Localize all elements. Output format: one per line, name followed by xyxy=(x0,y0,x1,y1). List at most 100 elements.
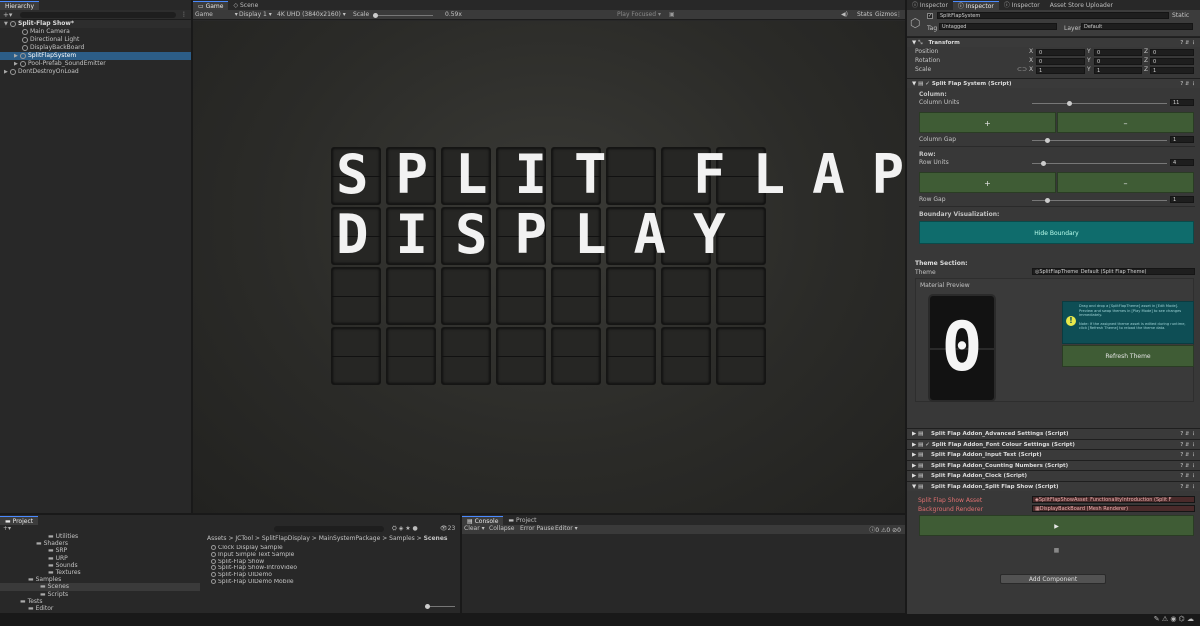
component-menu-icons[interactable]: ? ⇵ ⋮ xyxy=(1180,429,1196,439)
renderer-field[interactable]: ▦DisplayBackBoard (Mesh Renderer) xyxy=(1032,505,1195,512)
show-play-button[interactable]: ▶ xyxy=(919,515,1194,536)
row-units-slider[interactable] xyxy=(1032,161,1167,166)
stats-button[interactable]: Stats xyxy=(857,11,872,18)
hierarchy-item[interactable]: Directional Light xyxy=(0,36,191,44)
tab-game[interactable]: ▭ Game xyxy=(193,1,229,10)
addon-component-header[interactable]: ▶ ▤ Split Flap Addon_Advanced Settings (… xyxy=(907,428,1200,439)
slider-knob[interactable] xyxy=(1067,101,1073,106)
hierarchy-search-input[interactable] xyxy=(20,12,176,18)
x-field[interactable]: 0 xyxy=(1036,58,1085,65)
add-icon[interactable]: +▾ xyxy=(3,11,12,19)
column-gap-slider[interactable] xyxy=(1032,138,1167,143)
enabled-checkbox[interactable]: ✓ xyxy=(925,81,930,87)
object-name-field[interactable]: SplitFlapSystem xyxy=(937,12,1169,19)
hierarchy-item-selected[interactable]: ▶ SplitFlapSystem xyxy=(0,52,191,60)
transform-header[interactable]: ▼ ⤡ Transform? ⇵ ⋮ xyxy=(907,37,1200,47)
addon-component-header[interactable]: ▶ ▤ ✓ Split Flap Addon_Font Colour Setti… xyxy=(907,438,1200,450)
active-checkbox[interactable]: ✓ xyxy=(927,13,933,19)
project-file-item[interactable]: Split-Flap UIDemo Mobile xyxy=(211,578,451,586)
project-tree-item[interactable]: ▬ Textures xyxy=(0,569,200,576)
collapse-button[interactable]: Collapse xyxy=(489,525,515,532)
tab-scene[interactable]: ◇ Scene xyxy=(228,1,263,10)
z-field[interactable]: 1 xyxy=(1150,67,1194,74)
tab-inspector-2[interactable]: ⓘ Inspector xyxy=(952,1,999,10)
row-gap-field[interactable]: 1 xyxy=(1170,196,1194,203)
toolbar-icons[interactable]: ⛭ ◈ ★ ● xyxy=(392,525,418,533)
hide-boundary-button[interactable]: Hide Boundary xyxy=(919,221,1194,244)
y-field[interactable]: 0 xyxy=(1094,58,1142,65)
game-viewport[interactable]: SPLIT FLAP DISPLAY xyxy=(193,21,905,513)
z-field[interactable]: 0 xyxy=(1150,58,1194,65)
play-focused-dropdown[interactable]: Play Focused ▾ xyxy=(617,11,661,18)
addon-component-header[interactable]: ▶ ▤ Split Flap Addon_Counting Numbers (S… xyxy=(907,459,1200,471)
project-tree-item[interactable]: ▬ SRP xyxy=(0,547,200,554)
project-file-item[interactable]: Split-Flap UIDemo xyxy=(211,572,451,579)
gizmos-dropdown[interactable]: Gizmos xyxy=(875,11,897,18)
slider-knob[interactable] xyxy=(1041,161,1047,166)
column-units-slider[interactable] xyxy=(1032,101,1167,106)
project-tree-item[interactable]: ▬ Tests xyxy=(0,598,200,605)
project-tree-item[interactable]: ▬ Scenes xyxy=(0,583,200,591)
column-units-field[interactable]: 11 xyxy=(1170,99,1194,106)
component-menu-icons[interactable]: ? ⇵ ⋮ xyxy=(1180,450,1196,460)
project-tree-item[interactable]: ▬ Editor xyxy=(0,605,200,612)
hierarchy-item[interactable]: Main Camera xyxy=(0,28,191,36)
addon-component-header[interactable]: ▶ ▤ Split Flap Addon_Clock (Script)? ⇵ ⋮ xyxy=(907,470,1200,481)
tab-project-2[interactable]: ▬ Project xyxy=(503,516,541,525)
x-field[interactable]: 1 xyxy=(1036,67,1085,74)
tab-inspector-1[interactable]: ⓘ Inspector xyxy=(907,1,953,10)
component-menu-icons[interactable]: ? ⇵ ⋮ xyxy=(1180,38,1196,48)
theme-field[interactable]: ◎SplitFlapTheme_Default (Split Flap Them… xyxy=(1032,268,1195,275)
static-toggle[interactable]: Static xyxy=(1172,12,1189,19)
refresh-theme-button[interactable]: Refresh Theme xyxy=(1062,345,1194,367)
project-tree-item[interactable]: ▬ Utilities xyxy=(0,533,200,540)
y-field[interactable]: 0 xyxy=(1094,49,1142,56)
project-tree-item[interactable]: ▬ Shaders xyxy=(0,540,200,547)
icon-size-slider[interactable] xyxy=(425,604,455,609)
tab-console[interactable]: ▤ Console xyxy=(462,516,504,525)
breadcrumb-item[interactable]: JCTool xyxy=(235,535,253,542)
breadcrumb-item[interactable]: MainSystemPackage xyxy=(319,535,381,542)
menu-icon[interactable]: ⋮ xyxy=(181,11,187,18)
row-gap-slider[interactable] xyxy=(1032,198,1167,203)
clear-dropdown[interactable]: Clear ▾ xyxy=(464,525,485,532)
component-menu-icons[interactable]: ? ⇵ ⋮ xyxy=(1180,440,1196,450)
x-field[interactable]: 0 xyxy=(1036,49,1085,56)
addon-component-header[interactable]: ▼ ▤ Split Flap Addon_Split Flap Show (Sc… xyxy=(907,480,1200,492)
tab-hierarchy[interactable]: Hierarchy xyxy=(0,1,40,10)
scale-slider[interactable] xyxy=(373,13,433,18)
component-menu-icons[interactable]: ? ⇵ ⋮ xyxy=(1180,461,1196,471)
row-add-button[interactable]: + xyxy=(919,172,1056,193)
y-field[interactable]: 1 xyxy=(1094,67,1142,74)
addon-component-header[interactable]: ▶ ▤ Split Flap Addon_Input Text (Script)… xyxy=(907,449,1200,460)
display-dropdown[interactable]: Display 1 ▾ xyxy=(239,11,272,18)
z-field[interactable]: 0 xyxy=(1150,49,1194,56)
console-counts[interactable]: ⓘ0 ⚠0 ⊘0 xyxy=(869,525,901,534)
slider-knob[interactable] xyxy=(425,604,430,609)
menu-icon[interactable]: ⋮ xyxy=(896,11,902,18)
slider-knob[interactable] xyxy=(1045,138,1050,143)
row-remove-button[interactable]: – xyxy=(1057,172,1194,193)
tab-asset-store-uploader[interactable]: Asset Store Uploader xyxy=(1045,1,1118,10)
mode-dropdown[interactable]: Game ▾ xyxy=(195,11,238,18)
hierarchy-item[interactable]: ▶ Pool-Prefab_SoundEmitter xyxy=(0,60,191,68)
add-icon[interactable]: +▾ xyxy=(3,525,11,532)
mute-audio-icon[interactable]: ▣ xyxy=(669,11,675,18)
column-add-button[interactable]: + xyxy=(919,112,1056,133)
layer-dropdown[interactable]: Default xyxy=(1081,23,1193,30)
breadcrumb-item[interactable]: Scenes xyxy=(424,535,448,542)
enabled-checkbox[interactable]: ✓ xyxy=(925,442,930,448)
status-icons[interactable]: ✎ ⚠ ◉ ⌬ ☁ xyxy=(1154,615,1194,623)
show-asset-field[interactable]: ◈SplitFlapShowAsset_FunctionalityIntrodu… xyxy=(1032,496,1195,503)
slider-knob[interactable] xyxy=(373,13,378,18)
scene-row[interactable]: ▼ Split-Flap Show* xyxy=(0,20,191,28)
column-remove-button[interactable]: – xyxy=(1057,112,1194,133)
column-gap-field[interactable]: 1 xyxy=(1170,136,1194,143)
component-menu-icons[interactable]: ? ⇵ ⋮ xyxy=(1180,482,1196,492)
project-file-item[interactable]: Clock Display Sample xyxy=(211,545,451,552)
project-tree-item[interactable]: ▬ Sounds xyxy=(0,562,200,569)
split-flap-system-header[interactable]: ▼ ▤ ✓ Split Flap System (Script)? ⇵ ⋮ xyxy=(907,78,1200,88)
link-icon[interactable]: ⊂⊃ xyxy=(1017,66,1027,74)
project-file-item[interactable]: Input Simple Text Sample xyxy=(211,551,451,559)
breadcrumb-item[interactable]: Samples xyxy=(389,535,415,542)
